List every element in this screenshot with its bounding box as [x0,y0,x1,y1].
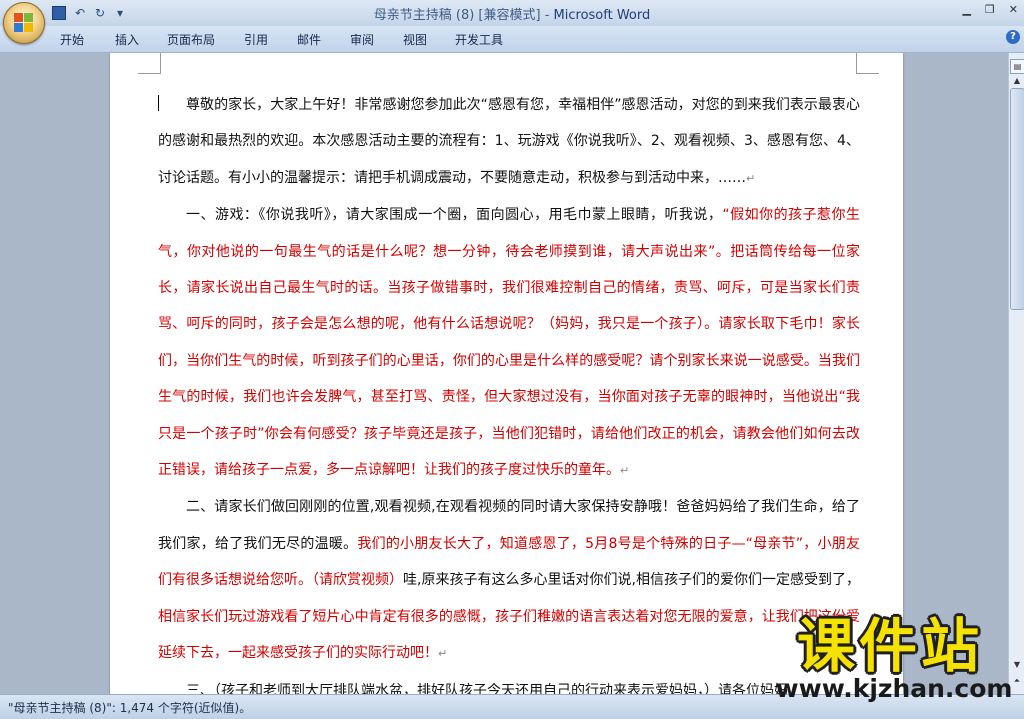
paragraph-text: 哇,原来孩子有这么多心里话对你们说,相信孩子们的爱你们一定感受到了， [403,572,861,589]
scroll-thumb[interactable] [1010,88,1024,310]
highlighted-text: （请欣赏视频） [312,572,404,589]
paragraph-mark: ↵ [620,464,630,478]
help-icon[interactable]: ? [1006,30,1020,44]
watermark-url: www.kjzhan.com [775,674,1013,703]
highlighted-text: 相信家长们玩过游戏看了短片心中肯定有很多的感慨，孩子们稚嫩的语言表达着对您无限的… [158,608,860,662]
tab-home[interactable]: 开始 [60,31,84,48]
app-name: Microsoft Word [553,8,651,23]
paragraph-mark: ↵ [438,647,448,661]
paragraph-activity: 三、（孩子和老师到大厅排队端水盆，排好队孩子今天还用自己的行动来表示爱妈妈，）请… [158,673,860,695]
minimize-icon[interactable]: ▁ [962,3,970,16]
title-separator: - [540,8,554,23]
window-title: 母亲节主持稿 (8) [兼容模式] - Microsoft Word [0,4,1024,23]
vertical-scrollbar[interactable]: ▤ ▲ ▼ ⏶ [1008,53,1024,694]
document-workspace: 尊敬的家长，大家上午好！非常感谢您参加此次“感恩有您，幸福相伴”感恩活动，对您的… [0,53,1008,694]
document-page[interactable]: 尊敬的家长，大家上午好！非常感谢您参加此次“感恩有您，幸福相伴”感恩活动，对您的… [110,53,903,694]
document-title: 母亲节主持稿 (8) [兼容模式] [373,8,541,23]
title-bar: ↶ ↻ ▾ 母亲节主持稿 (8) [兼容模式] - Microsoft Word… [0,0,1024,26]
tab-page-layout[interactable]: 页面布局 [167,31,215,48]
window-controls: ▁ ❐ ✕ [962,3,1018,16]
margin-corner-mark [856,53,879,74]
paragraph-mark: ↵ [746,171,756,185]
margin-corner-mark [138,53,161,74]
office-button[interactable] [3,2,45,44]
tab-mailings[interactable]: 邮件 [297,31,321,48]
watermark-logo: 课件站 www.kjzhan.com [770,614,1020,706]
paragraph-text: 一、游戏：《你说我听》，请大家围成一个圈，面向圆心，用毛巾蒙上眼睛，听我说， [186,207,723,224]
office-logo-icon [14,13,34,33]
paragraph-video: 二、请家长们做回刚刚的位置,观看视频,在观看视频的同时请大家保持安静哦！爸爸妈妈… [158,489,860,672]
highlighted-text: “假如你的孩子惹你生气，你对他说的一句最生气的话是什么呢？想一分钟，待会老师摸到… [158,207,860,479]
view-ruler-icon[interactable]: ▤ [1010,59,1024,74]
document-body[interactable]: 尊敬的家长，大家上午好！非常感谢您参加此次“感恩有您，幸福相伴”感恩活动，对您的… [158,87,860,694]
text-cursor [158,95,159,111]
ribbon-tabs: 开始 插入 页面布局 引用 邮件 审阅 视图 开发工具 ? [0,26,1024,53]
tab-review[interactable]: 审阅 [350,31,374,48]
word-count-status[interactable]: "母亲节主持稿 (8)": 1,474 个字符(近似值)。 [8,699,251,716]
tab-developer[interactable]: 开发工具 [455,31,503,48]
scroll-up-icon[interactable]: ▲ [1011,75,1023,87]
restore-icon[interactable]: ❐ [985,3,995,16]
watermark-title: 课件站 [796,612,983,680]
paragraph-game: 一、游戏：《你说我听》，请大家围成一个圈，面向圆心，用毛巾蒙上眼睛，听我说，“假… [158,197,860,489]
tab-view[interactable]: 视图 [403,31,427,48]
close-icon[interactable]: ✕ [1009,3,1018,16]
tab-references[interactable]: 引用 [244,31,268,48]
paragraph-intro: 尊敬的家长，大家上午好！非常感谢您参加此次“感恩有您，幸福相伴”感恩活动，对您的… [158,87,860,197]
paragraph-text: 三、（孩子和老师到大厅排队端水盆，排好队孩子今天还用自己的行动来表示爱妈妈，）请… [186,682,788,695]
tab-insert[interactable]: 插入 [115,31,139,48]
